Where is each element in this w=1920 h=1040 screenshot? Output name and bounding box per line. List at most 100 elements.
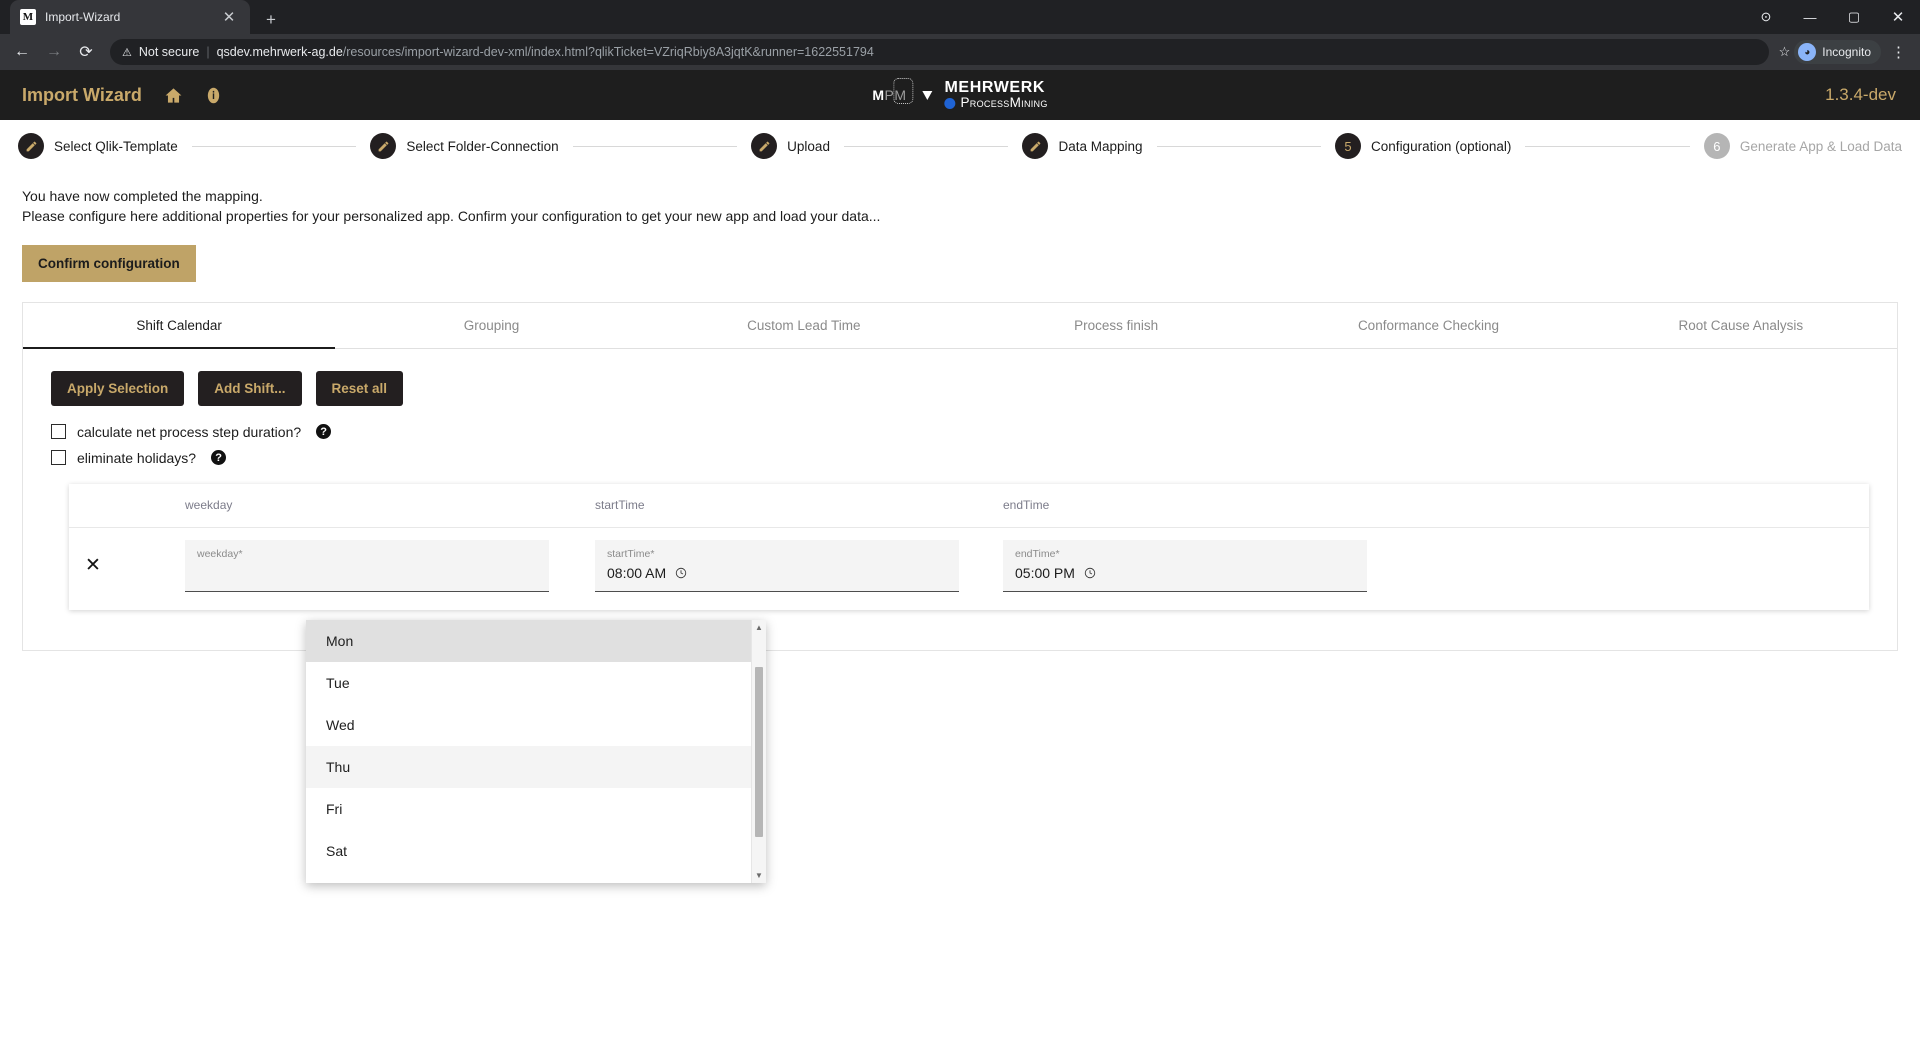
back-icon[interactable]: ← — [8, 38, 36, 66]
reload-icon[interactable]: ⟳ — [72, 38, 100, 66]
tab-process-finish[interactable]: Process finish — [960, 303, 1272, 348]
eliminate-holidays-label: eliminate holidays? — [77, 449, 197, 466]
tab-root-cause-analysis[interactable]: Root Cause Analysis — [1585, 303, 1897, 348]
logo-triangle-icon — [922, 90, 933, 100]
page-title: Import Wizard — [22, 84, 142, 105]
tab-custom-lead-time[interactable]: Custom Lead Time — [648, 303, 960, 348]
logo-dotted-box — [893, 78, 914, 104]
extensions-icon[interactable]: ⊙ — [1744, 0, 1788, 34]
endtime-input[interactable]: endTime* 05:00 PM — [1003, 539, 1367, 592]
new-tab-icon[interactable]: + — [260, 8, 282, 30]
delete-shift-icon[interactable]: ✕ — [85, 555, 101, 576]
shift-table: weekday startTime endTime ✕ weekday* sta… — [69, 483, 1869, 610]
logo-wordmark: MEHRWERK ProcessMining — [944, 79, 1048, 111]
window-controls: ⊙ — ▢ ✕ — [1744, 0, 1920, 34]
minimize-button[interactable]: — — [1788, 0, 1832, 34]
logo-blue-dot-icon — [944, 97, 956, 109]
scrollbar-thumb[interactable] — [755, 666, 763, 837]
close-icon[interactable]: ✕ — [218, 6, 240, 28]
calculate-net-duration-checkbox[interactable] — [51, 424, 66, 440]
wizard-step-5-label: Configuration (optional) — [1371, 138, 1512, 154]
browser-toolbar: ← → ⟳ ⚠ Not secure | qsdev.mehrwerk-ag.d… — [0, 34, 1920, 70]
wizard-step-4[interactable]: Data Mapping — [1022, 133, 1143, 159]
tab-title: Import-Wizard — [45, 10, 121, 24]
shift-table-header: weekday startTime endTime — [69, 484, 1869, 528]
tab-shift-calendar[interactable]: Shift Calendar — [23, 303, 336, 349]
starttime-field-label: startTime* — [607, 547, 655, 560]
configuration-panel: Shift Calendar Grouping Custom Lead Time… — [22, 301, 1898, 651]
endtime-field-value: 05:00 PM — [1015, 565, 1355, 581]
wizard-step-3[interactable]: Upload — [751, 133, 830, 159]
eliminate-holidays-checkbox[interactable] — [51, 450, 66, 466]
wizard-step-6[interactable]: 6 Generate App & Load Data — [1703, 133, 1902, 159]
maximize-button[interactable]: ▢ — [1832, 0, 1876, 34]
browser-tab[interactable]: M Import-Wizard ✕ — [10, 0, 250, 34]
calculate-net-duration-label: calculate net process step duration? — [77, 423, 302, 440]
scroll-down-icon[interactable]: ▼ — [755, 871, 763, 880]
weekday-dropdown-panel[interactable]: Mon Tue Wed Thu Fri Sat ▲ ▼ — [306, 620, 766, 883]
tab-conformance-checking[interactable]: Conformance Checking — [1272, 303, 1584, 348]
wizard-stepper: Select Qlik-Template Select Folder-Conne… — [0, 120, 1920, 172]
bookmark-star-icon[interactable]: ☆ — [1779, 44, 1791, 60]
info-icon[interactable] — [205, 87, 222, 104]
shift-calendar-panel: Apply Selection Add Shift... Reset all c… — [23, 349, 1897, 650]
shift-action-buttons: Apply Selection Add Shift... Reset all — [51, 370, 1869, 406]
weekday-option-tue[interactable]: Tue — [306, 662, 751, 704]
intro-section: You have now completed the mapping. Plea… — [0, 172, 1920, 282]
omnibox-separator: | — [206, 45, 210, 59]
step-connector — [191, 145, 357, 147]
wizard-step-2[interactable]: Select Folder-Connection — [370, 133, 559, 159]
incognito-indicator[interactable]: ◕ Incognito — [1794, 40, 1881, 64]
step-connector — [843, 145, 1009, 147]
home-icon[interactable] — [164, 86, 183, 105]
starttime-input[interactable]: startTime* 08:00 AM — [595, 539, 959, 592]
weekday-option-thu[interactable]: Thu — [306, 746, 751, 788]
window-close-button[interactable]: ✕ — [1876, 0, 1920, 34]
dropdown-scrollbar[interactable]: ▲ ▼ — [751, 620, 766, 883]
wizard-step-3-label: Upload — [787, 138, 830, 154]
table-row: ✕ weekday* startTime* 08:00 AM endTime* … — [69, 528, 1869, 610]
scroll-up-icon[interactable]: ▲ — [755, 623, 763, 632]
add-shift-button[interactable]: Add Shift... — [198, 370, 302, 406]
app-version: 1.3.4-dev — [1825, 85, 1896, 104]
forward-icon[interactable]: → — [40, 38, 68, 66]
weekday-option-sat[interactable]: Sat — [306, 830, 751, 872]
wizard-step-5-number: 5 — [1335, 133, 1362, 159]
url-host: qsdev.mehrwerk-ag.de — [216, 45, 343, 59]
weekday-option-list: Mon Tue Wed Thu Fri Sat — [306, 620, 751, 883]
help-icon[interactable]: ? — [211, 450, 227, 466]
wizard-step-1-label: Select Qlik-Template — [54, 138, 178, 154]
starttime-field-value: 08:00 AM — [607, 565, 947, 581]
wizard-step-5[interactable]: 5 Configuration (optional) — [1335, 133, 1511, 159]
step-connector — [572, 145, 738, 147]
wizard-step-1[interactable]: Select Qlik-Template — [18, 133, 178, 159]
weekday-option-fri[interactable]: Fri — [306, 788, 751, 830]
wizard-step-2-label: Select Folder-Connection — [406, 138, 559, 154]
apply-selection-button[interactable]: Apply Selection — [51, 370, 185, 406]
endtime-field-label: endTime* — [1015, 547, 1060, 560]
avatar: ◕ — [1798, 43, 1817, 61]
intro-line-1: You have now completed the mapping. — [22, 188, 263, 204]
app-header: Import Wizard MPM MEHRWERK ProcessMining… — [0, 70, 1920, 120]
reset-all-button[interactable]: Reset all — [315, 370, 404, 406]
not-secure-icon: ⚠ — [122, 46, 132, 59]
tab-grouping[interactable]: Grouping — [335, 303, 647, 348]
eliminate-holidays-row: eliminate holidays? ? — [51, 450, 1869, 466]
incognito-label: Incognito — [1822, 45, 1871, 59]
tab-favicon-icon: M — [20, 9, 36, 25]
weekday-select[interactable]: weekday* — [185, 539, 549, 592]
clock-icon[interactable] — [1084, 567, 1096, 579]
help-icon[interactable]: ? — [316, 424, 332, 440]
logo-line-2: ProcessMining — [944, 96, 1048, 110]
pencil-icon — [370, 133, 397, 159]
step-connector — [1156, 145, 1322, 147]
browser-menu-icon[interactable]: ⋮ — [1885, 43, 1912, 61]
confirm-configuration-button[interactable]: Confirm configuration — [22, 244, 196, 282]
address-bar[interactable]: ⚠ Not secure | qsdev.mehrwerk-ag.de/reso… — [110, 39, 1769, 65]
column-header-starttime: startTime — [595, 498, 645, 513]
clock-icon[interactable] — [675, 567, 687, 579]
column-header-endtime: endTime — [1003, 498, 1050, 513]
pencil-icon — [1022, 133, 1049, 159]
weekday-option-mon[interactable]: Mon — [306, 620, 751, 662]
weekday-option-wed[interactable]: Wed — [306, 704, 751, 746]
